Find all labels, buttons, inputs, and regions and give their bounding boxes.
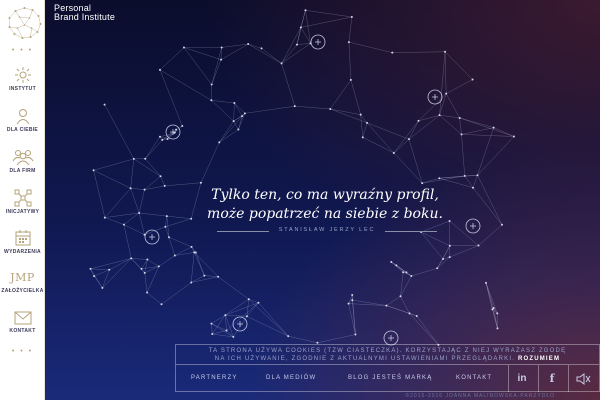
sidebar-item-kontakt[interactable]: KONTAKT [0, 310, 45, 334]
brand-name: Personal Brand Institute [54, 4, 115, 22]
sidebar-item-label: KONTAKT [9, 328, 36, 334]
sun-icon [14, 67, 31, 83]
envelope-icon [14, 311, 31, 325]
sidebar-item-dla-ciebie[interactable]: DLA CIEBIE [0, 107, 45, 133]
calendar-icon [15, 230, 30, 246]
plus-marker [383, 330, 399, 346]
sidebar-item-label: DLA CIEBIE [6, 127, 39, 133]
footer-link-kontakt[interactable]: KONTAKT [456, 375, 492, 381]
sidebar-item-dla-firm[interactable]: DLA FIRM [0, 148, 45, 174]
sidebar-item-inicjatywy[interactable]: INICJATYWY [0, 189, 45, 215]
facebook-icon[interactable]: f [542, 369, 562, 389]
divider [508, 365, 509, 392]
sidebar-dots-bottom: • • • [11, 348, 34, 355]
brand-logo-icon[interactable] [4, 5, 45, 41]
quote-author: STANISŁAW JERZY LEC [278, 227, 376, 233]
plus-marker [165, 124, 181, 140]
footer-link-dla-mediow[interactable]: DLA MEDIÓW [266, 375, 316, 381]
footer-link-blog[interactable]: BLOG JESTEŚ MARKĄ [348, 375, 432, 381]
copyright: ©2015-2016 JOANNA MALINOWSKA-PARZYDŁO [405, 393, 555, 399]
person-icon [16, 109, 29, 125]
group-icon [12, 150, 33, 166]
sidebar-item-instytut[interactable]: INSTYTUT [0, 66, 45, 92]
cookie-accept-button[interactable]: ROZUMIEM [518, 356, 560, 362]
divider [385, 231, 437, 232]
cookie-text-2: NA ICH UŻYWANIE, ZGODNIE Z AKTUALNYMI US… [214, 356, 516, 362]
network-icon [14, 189, 31, 207]
cookie-banner: TA STRONA UŻYWA COOKIES (TZW CIASTECZKA)… [175, 344, 600, 364]
divider [538, 365, 539, 392]
sidebar-item-label: ZAŁOŻYCIELKA [1, 288, 44, 294]
footer-bar: PARTNERZY DLA MEDIÓW BLOG JESTEŚ MARKĄ K… [175, 364, 600, 392]
sidebar-dots-top: • • • [11, 47, 34, 54]
sidebar-item-wydarzenia[interactable]: WYDARZENIA [0, 229, 45, 255]
divider [568, 365, 569, 392]
footer-link-partnerzy[interactable]: PARTNERZY [191, 375, 238, 381]
hero: Tylko ten, co ma wyraźny profil, może po… [45, 0, 600, 400]
sidebar-item-label: DLA FIRM [9, 168, 36, 174]
sidebar-item-label: WYDARZENIA [4, 249, 41, 255]
jmp-monogram-icon: JMP [10, 271, 35, 284]
quote-line-2: może popatrzeć na siebie z boku. [207, 206, 443, 222]
quote: Tylko ten, co ma wyraźny profil, może po… [200, 186, 450, 224]
sidebar-item-label: INSTYTUT [9, 86, 36, 92]
quote-author-row: STANISŁAW JERZY LEC [217, 227, 437, 235]
plus-marker [310, 34, 326, 50]
plus-marker [465, 218, 481, 234]
sidebar: • • • INSTYTUT DLA CIEBIE DLA FIRM INICJ… [0, 0, 45, 400]
brand-line-2: Brand Institute [54, 12, 116, 22]
plus-marker [427, 89, 443, 105]
sidebar-item-zalozycielka[interactable]: JMP ZAŁOŻYCIELKA [0, 270, 45, 294]
cookie-text-1: TA STRONA UŻYWA COOKIES (TZW CIASTECZKA)… [208, 348, 567, 354]
sidebar-item-label: INICJATYWY [5, 209, 40, 215]
linkedin-icon[interactable]: in [512, 369, 532, 389]
speaker-icon[interactable] [573, 369, 593, 389]
quote-line-1: Tylko ten, co ma wyraźny profil, [211, 187, 439, 203]
